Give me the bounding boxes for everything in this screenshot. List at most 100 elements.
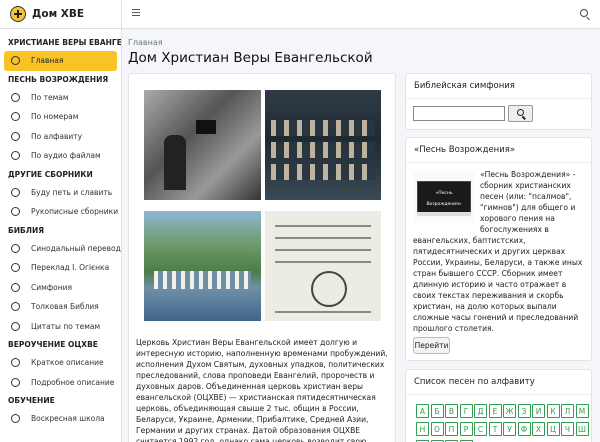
alphabet-card: Список песен по алфавиту АБВГДЕЖЗИКЛМ НОП… — [405, 369, 592, 442]
sidebar-nav-label: Подробное описание — [31, 377, 115, 387]
sidebar-nav-item[interactable]: Воскресная школа — [4, 409, 117, 429]
alphabet-letter-button[interactable]: С — [474, 422, 487, 436]
sidebar-nav-item[interactable]: Цитаты по темам — [4, 317, 117, 337]
circle-icon — [11, 207, 20, 217]
songs-card-title: «Песнь Возрождения» — [406, 138, 591, 163]
songbook-image: «Песнь Возрождения» — [413, 171, 475, 223]
alphabet-title: Список песен по алфавиту — [406, 370, 591, 395]
sidebar-nav-item[interactable]: Переклад І. Огієнка — [4, 258, 117, 278]
circle-icon — [11, 302, 20, 312]
circle-icon — [11, 187, 20, 197]
intro-text: Церковь Христиан Веры Евангельской имеет… — [136, 338, 388, 442]
nav-section-header: ВЕРОУЧЕНИЕ ОЦХВЕ — [8, 340, 98, 349]
alphabet-letter-button[interactable]: У — [503, 422, 516, 436]
sidebar-nav-label: Рукописные сборники — [31, 207, 119, 217]
circle-icon — [11, 92, 20, 102]
alphabet-letter-button[interactable]: Р — [459, 422, 473, 436]
brand[interactable]: Дом ХВЕ — [0, 0, 121, 29]
sidebar-nav-item[interactable]: Краткое описание — [4, 353, 117, 373]
sidebar-nav: ХРИСТИАНЕ ВЕРЫ ЕВАНГЕЛЬСКОЙ Главная ПЕСНЬ … — [0, 29, 121, 429]
sidebar-nav-label: По темам — [31, 92, 69, 102]
sidebar-nav-item[interactable]: По темам — [4, 88, 117, 108]
sidebar-nav-label: Переклад І. Огієнка — [31, 263, 110, 273]
alphabet-letter-button[interactable]: М — [575, 404, 589, 418]
alphabet-letter-button[interactable]: Х — [532, 422, 545, 436]
alphabet-letter-button[interactable]: Л — [561, 404, 574, 418]
topbar — [122, 0, 600, 29]
circle-icon — [11, 321, 20, 331]
historic-photo-baptism — [144, 211, 261, 321]
alphabet-letter-button[interactable]: З — [517, 404, 531, 418]
sidebar-nav-label: По номерам — [31, 112, 79, 122]
sidebar-nav-item[interactable]: По алфавиту — [4, 127, 117, 147]
circle-icon — [11, 243, 20, 253]
sidebar-nav-item[interactable]: По аудио файлам — [4, 146, 117, 166]
sidebar-nav-label: Главная — [31, 56, 64, 66]
breadcrumb[interactable]: Главная — [128, 38, 163, 47]
circle-icon — [11, 263, 20, 273]
alphabet-letter-button[interactable]: Ж — [503, 404, 516, 418]
alphabet-letter-button[interactable]: Г — [459, 404, 473, 418]
sidebar-nav-label: Симфония — [31, 282, 73, 292]
nav-section-header: ПЕСНЬ ВОЗРОЖДЕНИЯ — [8, 74, 109, 84]
sidebar-nav-item[interactable]: Рукописные сборники — [4, 202, 119, 222]
songbook-cover-label: «Песнь Возрождения» — [426, 191, 462, 207]
alphabet-letter-button[interactable]: В — [445, 404, 458, 418]
alphabet-letter-button[interactable]: Н — [416, 422, 429, 436]
symphony-search-button[interactable] — [508, 105, 533, 122]
alphabet-letter-button[interactable]: О — [430, 422, 444, 436]
sidebar-nav-item[interactable]: Буду петь и славить — [4, 183, 117, 203]
sidebar-nav-item[interactable]: Подробное описание — [4, 373, 117, 393]
sidebar-nav-item[interactable]: По номерам — [4, 107, 117, 127]
sidebar-nav-item[interactable]: Главная — [4, 51, 117, 71]
sidebar-nav-label: Синодальный перевод — [31, 243, 121, 253]
sidebar-nav-label: Толковая Библия — [31, 302, 99, 312]
circle-icon — [11, 377, 20, 387]
alphabet-letter-button[interactable]: Д — [474, 404, 487, 418]
symphony-title: Библейская симфония — [406, 74, 591, 99]
circle-icon — [11, 112, 20, 122]
nav-section-header: ХРИСТИАНЕ ВЕРЫ ЕВАНГЕЛЬСКОЙ — [8, 38, 122, 47]
alphabet-letters: АБВГДЕЖЗИКЛМНОПРСТУФХЦЧШЩЭЮЯ — [416, 404, 591, 442]
symphony-search-input[interactable] — [413, 106, 505, 121]
alphabet-letter-button[interactable]: Ч — [561, 422, 574, 436]
sidebar-nav-label: Буду петь и славить — [31, 187, 113, 197]
alphabet-letter-button[interactable]: Ц — [546, 422, 560, 436]
sidebar-nav-label: Воскресная школа — [31, 414, 105, 424]
alphabet-letter-button[interactable]: И — [532, 404, 545, 418]
alphabet-letter-button[interactable]: Б — [430, 404, 444, 418]
search-icon[interactable] — [580, 9, 588, 17]
alphabet-letter-button[interactable]: А — [416, 404, 429, 418]
circle-icon — [11, 358, 20, 368]
symphony-card: Библейская симфония — [405, 73, 592, 130]
songs-card: «Песнь Возрождения» «Песнь Возрождения» … — [405, 137, 592, 361]
nav-section-header: БИБЛИЯ — [8, 225, 44, 235]
circle-icon — [11, 414, 20, 424]
alphabet-letter-button[interactable]: К — [546, 404, 560, 418]
circle-icon — [11, 131, 20, 141]
sidebar-nav-label: По аудио файлам — [31, 151, 101, 161]
alphabet-letter-button[interactable]: Ш — [575, 422, 589, 436]
alphabet-letter-button[interactable]: Е — [488, 404, 502, 418]
sidebar-nav-label: По алфавиту — [31, 131, 83, 141]
sidebar-nav-item[interactable]: Толковая Библия — [4, 297, 117, 317]
alphabet-letter-button[interactable]: Ф — [517, 422, 531, 436]
main-card: Церковь Христиан Веры Евангельской имеет… — [128, 73, 396, 442]
sidebar-nav-label: Краткое описание — [31, 358, 104, 368]
circle-icon — [11, 56, 20, 66]
page-title: Дом Христиан Веры Евангельской — [128, 50, 373, 66]
historic-photo-document — [265, 211, 381, 321]
nav-section-header: ОБУЧЕНИЕ — [8, 396, 55, 405]
circle-icon — [11, 282, 20, 292]
go-button[interactable]: Перейти — [413, 337, 450, 354]
sidebar-nav-item[interactable]: Синодальный перевод — [4, 239, 121, 259]
historic-photo-cameraman — [144, 90, 261, 200]
sidebar-nav-item[interactable]: Симфония — [4, 278, 117, 298]
sidebar-nav-label: Цитаты по темам — [31, 321, 101, 331]
alphabet-letter-button[interactable]: Т — [488, 422, 502, 436]
historic-photo-group — [265, 90, 381, 200]
menu-icon[interactable] — [132, 9, 140, 16]
circle-icon — [11, 151, 20, 161]
nav-section-header: ДРУГИЕ СБОРНИКИ — [8, 169, 93, 179]
alphabet-letter-button[interactable]: П — [445, 422, 458, 436]
